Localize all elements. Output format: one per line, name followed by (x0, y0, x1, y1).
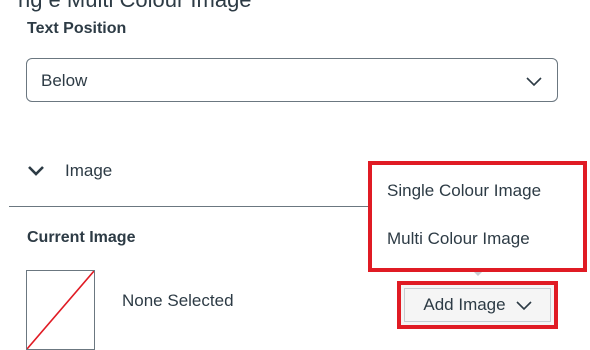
image-section-toggle[interactable]: Image (27, 156, 112, 186)
text-position-label: Text Position (27, 20, 127, 37)
no-image-placeholder (27, 271, 94, 349)
current-image-label: Current Image (27, 229, 136, 246)
cropped-heading-fragment: rig e Multi Colour Image (18, 0, 252, 13)
chevron-down-icon (526, 77, 542, 87)
image-section-label: Image (65, 161, 113, 180)
text-position-select[interactable]: Below (26, 58, 558, 102)
menu-item-multi-colour-image[interactable]: Multi Colour Image (387, 229, 530, 249)
text-position-selected-value: Below (41, 71, 88, 90)
add-image-button[interactable]: Add Image (397, 281, 558, 329)
current-image-status: None Selected (122, 291, 234, 310)
add-image-button-label: Add Image (423, 295, 506, 314)
chevron-down-icon (28, 166, 44, 176)
section-divider (9, 206, 371, 207)
menu-item-single-colour-image[interactable]: Single Colour Image (387, 181, 541, 201)
image-thumbnail-placeholder (26, 270, 95, 350)
chevron-down-icon (516, 301, 532, 311)
add-image-dropdown-menu: Single Colour Image Multi Colour Image (368, 161, 587, 272)
